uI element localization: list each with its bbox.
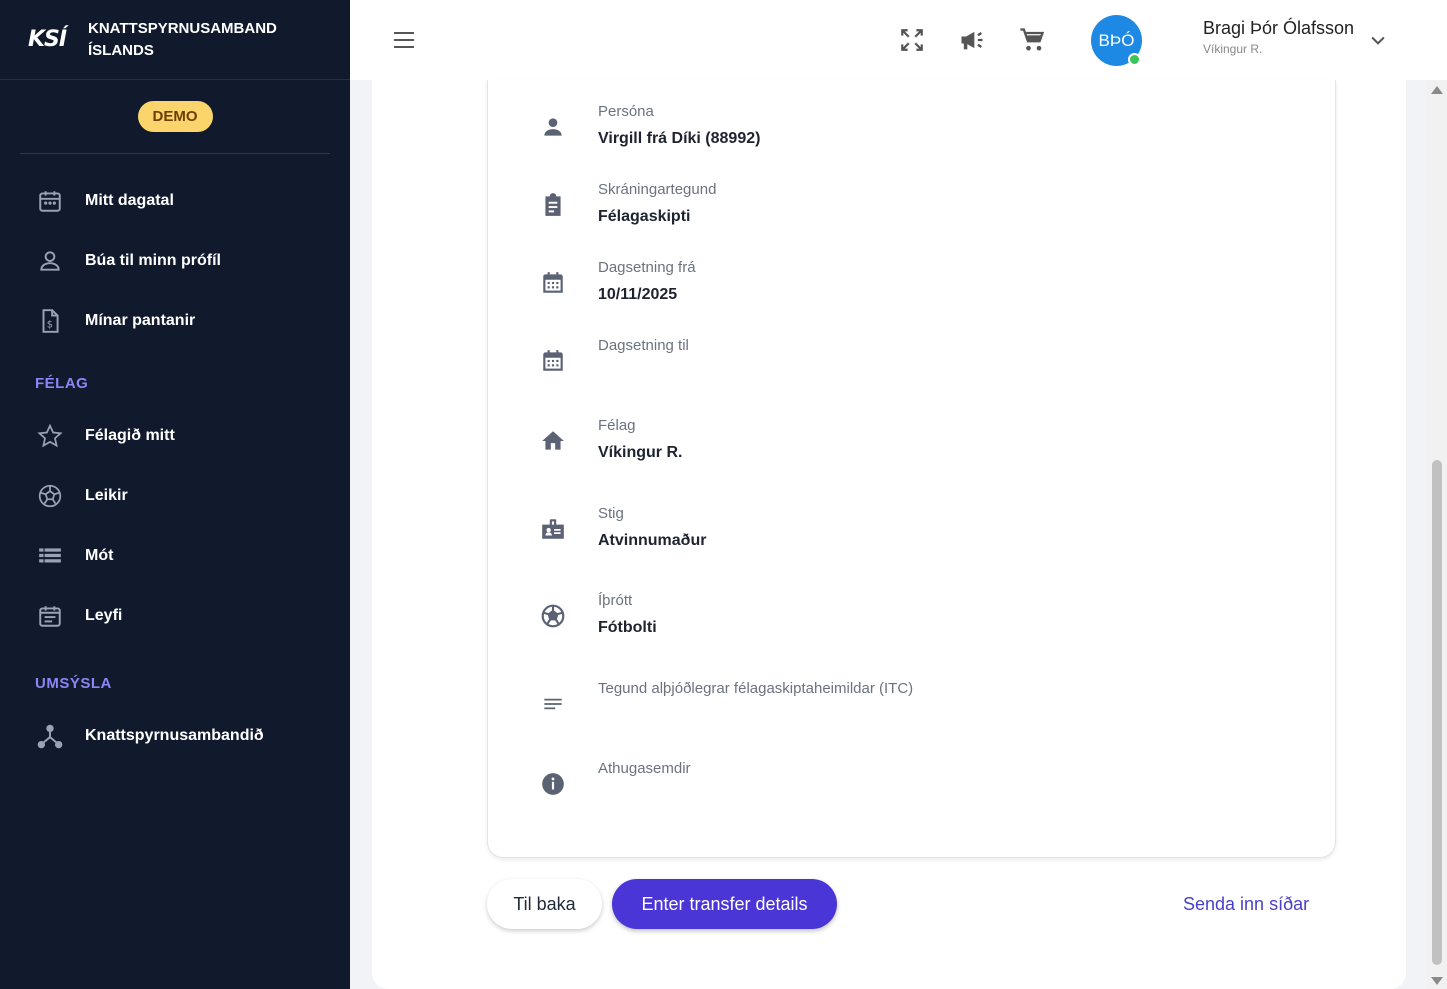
sidebar-item-label: Félagið mitt [85, 427, 175, 444]
field-skraningartegund: Skráningartegund Félagaskipti [488, 181, 1337, 241]
avatar-initials: BÞÓ [1098, 30, 1135, 50]
field-label: Félag [598, 417, 636, 434]
event-note-icon [36, 602, 64, 630]
field-label: Athugasemdir [598, 760, 691, 777]
clipboard-icon [538, 190, 568, 220]
fullscreen-icon[interactable] [897, 25, 927, 55]
sidebar: KSÍ KNATTSPYRNUSAMBAND ÍSLANDS DEMO Mitt… [0, 0, 350, 989]
field-value: 10/11/2025 [598, 286, 678, 303]
calendar-icon [36, 187, 64, 215]
field-label: Persóna [598, 103, 654, 120]
field-itc: Tegund alþjóðlegrar félagaskiptaheimilda… [488, 680, 1337, 740]
star-icon [36, 422, 64, 450]
send-later-link[interactable]: Senda inn síðar [1183, 894, 1309, 915]
badge-icon [538, 514, 568, 544]
field-persona: Persóna Virgill frá Díki (88992) [488, 103, 1337, 163]
section-title-umsysla: UMSÝSLA [35, 675, 112, 692]
field-value: Víkingur R. [598, 444, 683, 461]
field-value: Virgill frá Díki (88992) [598, 130, 761, 147]
field-label: Skráningartegund [598, 181, 717, 198]
sidebar-item-knattspyrnusambandid[interactable]: Knattspyrnusambandið [0, 716, 350, 756]
field-ithrott: Íþrótt Fótbolti [488, 592, 1337, 652]
demo-badge: DEMO [137, 101, 213, 132]
svg-text:$: $ [47, 320, 53, 331]
invoice-icon: $ [36, 307, 64, 335]
sidebar-item-label: Leikir [85, 487, 128, 504]
scroll-up-arrow[interactable] [1431, 86, 1443, 94]
sidebar-item-leikir[interactable]: Leikir [0, 476, 350, 516]
home-icon [538, 426, 568, 456]
top-header: BÞÓ Bragi Þór Ólafsson Víkingur R. [350, 0, 1447, 80]
calendar-icon [538, 268, 568, 298]
sidebar-item-label: Knattspyrnusambandið [85, 727, 264, 744]
section-title-felag: FÉLAG [35, 375, 89, 392]
field-label: Tegund alþjóðlegrar félagaskiptaheimilda… [598, 680, 914, 697]
enter-transfer-details-button[interactable]: Enter transfer details [612, 879, 837, 929]
scrollbar[interactable] [1427, 80, 1447, 989]
field-label: Dagsetning frá [598, 259, 696, 276]
notes-icon [538, 689, 568, 719]
field-athugasemdir: Athugasemdir [488, 760, 1337, 820]
sidebar-item-label: Mót [85, 547, 114, 564]
calendar-icon [538, 346, 568, 376]
soccer-ball-icon [538, 601, 568, 631]
brand-name-line2: ÍSLANDS [88, 41, 154, 59]
main-content: Persóna Virgill frá Díki (88992) Skránin… [372, 80, 1406, 989]
user-name[interactable]: Bragi Þór Ólafsson [1203, 18, 1354, 39]
brand-name: KNATTSPYRNUSAMBAND ÍSLANDS [88, 18, 308, 62]
field-dagsetning-fra: Dagsetning frá 10/11/2025 [488, 259, 1337, 319]
field-label: Stig [598, 505, 624, 522]
online-status-dot [1128, 53, 1141, 66]
person-icon [538, 112, 568, 142]
sidebar-item-minar-pantanir[interactable]: $ Mínar pantanir [0, 301, 350, 341]
list-icon [36, 542, 64, 570]
menu-icon[interactable] [392, 28, 416, 52]
avatar[interactable]: BÞÓ [1091, 15, 1142, 66]
sidebar-item-mitt-dagatal[interactable]: Mitt dagatal [0, 181, 350, 221]
person-icon [36, 247, 64, 275]
summary-card: Persóna Virgill frá Díki (88992) Skránin… [487, 80, 1336, 858]
field-felag: Félag Víkingur R. [488, 417, 1337, 477]
field-value: Fótbolti [598, 619, 657, 636]
user-club: Víkingur R. [1203, 42, 1263, 56]
hub-icon [36, 722, 64, 750]
sidebar-item-label: Leyfi [85, 607, 123, 624]
soccer-ball-icon [36, 482, 64, 510]
chevron-down-icon[interactable] [1368, 30, 1388, 50]
ksi-logo: KSÍ [28, 27, 67, 52]
back-button[interactable]: Til baka [487, 879, 602, 929]
sidebar-item-felagid-mitt[interactable]: Félagið mitt [0, 416, 350, 456]
brand-name-line1: KNATTSPYRNUSAMBAND [88, 19, 277, 37]
scroll-down-arrow[interactable] [1431, 977, 1443, 985]
sidebar-item-label: Mínar pantanir [85, 312, 196, 329]
info-icon [538, 769, 568, 799]
sidebar-item-mot[interactable]: Mót [0, 536, 350, 576]
field-value: Félagaskipti [598, 208, 691, 225]
field-label: Dagsetning til [598, 337, 689, 354]
cart-icon[interactable] [1017, 25, 1047, 55]
brand[interactable]: KSÍ KNATTSPYRNUSAMBAND ÍSLANDS [0, 0, 350, 80]
sidebar-item-label: Mitt dagatal [85, 192, 174, 209]
sidebar-item-leyfi[interactable]: Leyfi [0, 596, 350, 636]
sidebar-item-bua-til-profil[interactable]: Búa til minn prófíl [0, 241, 350, 281]
sidebar-item-label: Búa til minn prófíl [85, 252, 221, 269]
field-stig: Stig Atvinnumaður [488, 505, 1337, 565]
megaphone-icon[interactable] [957, 25, 987, 55]
scroll-thumb[interactable] [1432, 460, 1442, 965]
field-dagsetning-til: Dagsetning til [488, 337, 1337, 397]
field-label: Íþrótt [598, 592, 633, 609]
demo-wrap: DEMO [20, 80, 330, 154]
field-value: Atvinnumaður [598, 532, 707, 549]
